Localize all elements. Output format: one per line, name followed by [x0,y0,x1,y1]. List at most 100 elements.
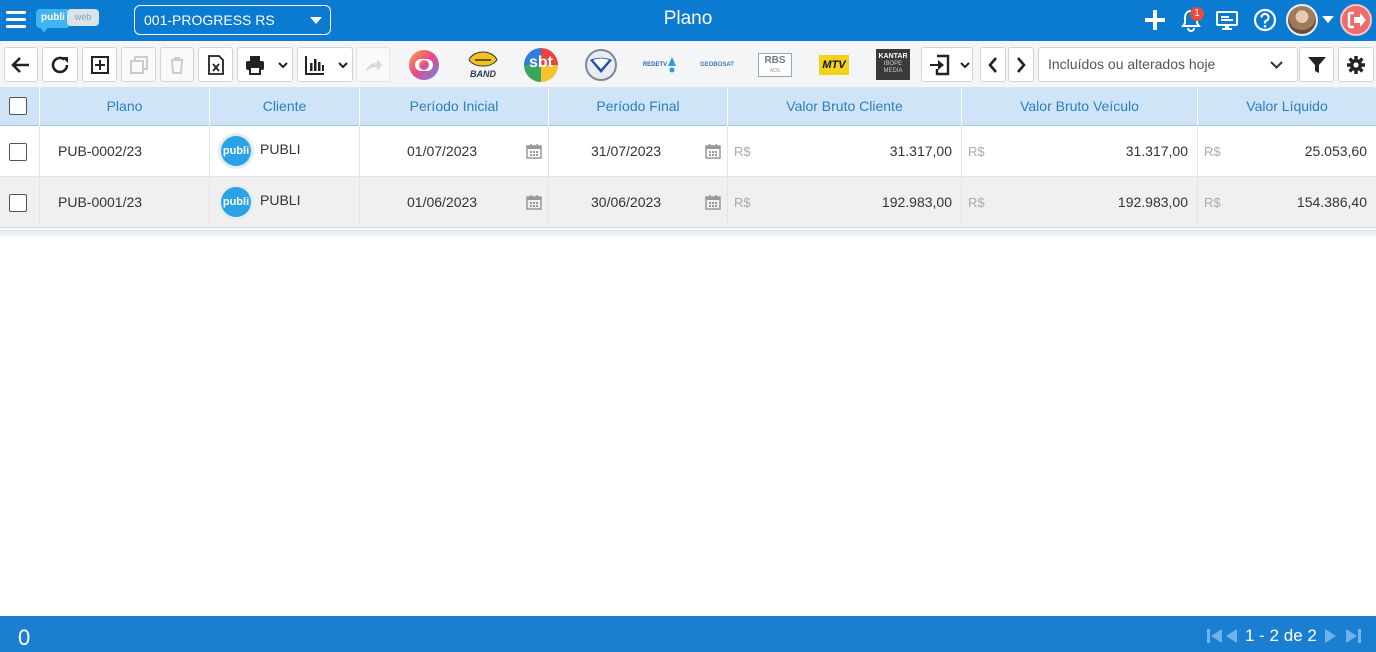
calendar-icon[interactable] [705,143,721,159]
header-periodo-inicial[interactable]: Período Inicial [360,88,549,126]
channel-sbt[interactable]: sbt [523,47,559,82]
duplicate-button[interactable] [121,47,156,82]
record-logo-icon [585,48,617,81]
user-menu-chevron-icon[interactable] [1322,16,1334,23]
header-valor-liquido[interactable]: Valor Líquido [1198,88,1376,126]
previous-button[interactable] [980,47,1006,82]
filter-button[interactable] [1299,47,1334,82]
logo-text-web: web [67,9,99,26]
forward-button[interactable] [356,47,390,82]
menu-icon[interactable] [6,11,26,29]
valor-bruto-cliente-cell: R$ 192.983,00 [728,177,962,228]
next-page-icon[interactable] [1323,628,1337,644]
monitor-icon[interactable] [1214,7,1240,33]
import-button[interactable] [921,47,973,82]
settings-button[interactable] [1338,47,1374,82]
select-all-checkbox[interactable] [9,97,27,115]
user-avatar[interactable] [1286,4,1318,36]
chevron-down-icon [960,62,970,69]
rbs-logo-text: RBS [764,54,786,66]
excel-file-icon [207,54,224,75]
print-button[interactable] [237,47,293,82]
last-page-icon[interactable] [1344,628,1362,644]
periodo-inicial-value: 01/06/2023 [407,194,478,210]
logout-button[interactable] [1340,4,1372,36]
app-logo[interactable]: publi web [36,8,102,33]
table-bottom-shadow [0,230,1376,238]
refresh-button[interactable] [42,47,78,82]
sbt-logo-icon: sbt [524,47,558,82]
valor-bruto-cliente-value: 192.983,00 [881,194,952,210]
logout-icon [1347,11,1366,29]
previous-page-icon[interactable] [1225,628,1239,644]
delete-button[interactable] [160,47,194,82]
currency-label: R$ [1204,144,1221,159]
currency-label: R$ [968,195,985,210]
export-excel-button[interactable] [198,47,233,82]
periodo-final-cell: 30/06/2023 [549,177,728,228]
next-button[interactable] [1008,47,1034,82]
pagination-text: 1 - 2 de 2 [1245,626,1317,645]
channel-geobosat[interactable]: GEOBOSAT [698,47,736,82]
calendar-icon[interactable] [705,194,721,210]
channel-band[interactable]: BAND [462,47,504,82]
row-checkbox[interactable] [9,194,27,212]
plano-cell: PUB-0002/23 [40,126,210,177]
table-row[interactable]: PUB-0001/23 publi PUBLI 01/06/2023 30/06… [0,177,1376,228]
periodo-inicial-value: 01/07/2023 [407,143,478,159]
currency-label: R$ [734,144,751,159]
funnel-icon [1307,56,1326,73]
add-icon[interactable] [1142,7,1168,33]
channel-redetv[interactable]: REDETV [640,47,680,82]
chevron-down-icon [278,62,288,69]
channel-rbs[interactable]: RBS ADS [757,47,793,82]
help-icon[interactable] [1252,7,1278,33]
cliente-cell: publi PUBLI [210,177,360,228]
quick-filter-value: Incluídos ou alterados hoje [1048,56,1216,72]
rbs-logo-subtext: ADS [769,67,781,74]
chevron-down-icon [1270,61,1283,69]
header-valor-bruto-cliente[interactable]: Valor Bruto Cliente [728,88,962,126]
chevron-down-icon [338,62,348,69]
header-valor-bruto-veiculo[interactable]: Valor Bruto Veículo [962,88,1198,126]
header-plano[interactable]: Plano [40,88,210,126]
channel-kantar[interactable]: KANTAR IBOPE MEDIA [875,47,911,82]
header-cliente[interactable]: Cliente [210,88,360,126]
valor-bruto-veiculo-cell: R$ 31.317,00 [962,126,1198,177]
toolbar: BAND sbt REDETV GEOBOSAT RBS ADS MTV KAN… [0,41,1376,88]
plano-cell: PUB-0001/23 [40,177,210,228]
first-page-icon[interactable] [1206,628,1224,644]
valor-bruto-cliente-value: 31.317,00 [889,143,952,159]
quick-filter-select[interactable]: Incluídos ou alterados hoje [1038,47,1298,82]
company-select[interactable]: 001-PROGRESS RS [134,5,331,35]
header-select-all-cell [0,88,40,126]
new-button[interactable] [82,47,117,82]
channel-record[interactable] [583,47,619,82]
channel-globo[interactable] [405,47,443,82]
client-name: PUBLI [260,141,301,157]
row-checkbox[interactable] [9,143,27,161]
footer-bar: 0 1 - 2 de 2 [0,616,1376,652]
refresh-icon [51,56,69,73]
channel-mtv[interactable]: MTV [817,47,851,82]
row-select-cell [0,177,40,228]
header-periodo-final[interactable]: Período Final [549,88,728,126]
client-logo-icon: publi [218,184,254,220]
copy-icon [129,55,148,74]
kantar-logo-subtext-2: MEDIA [883,68,903,74]
table-header: Plano Cliente Período Inicial Período Fi… [0,88,1376,126]
redetv-logo-text: REDETV [642,61,668,68]
kantar-logo-icon: KANTAR IBOPE MEDIA [876,49,910,80]
valor-liquido-value: 154.386,40 [1296,194,1367,210]
calendar-icon[interactable] [526,143,542,159]
reports-button[interactable] [297,47,353,82]
valor-bruto-cliente-cell: R$ 31.317,00 [728,126,962,177]
currency-label: R$ [968,144,985,159]
back-button[interactable] [4,47,38,82]
periodo-inicial-cell: 01/06/2023 [360,177,549,228]
top-bar: publi web 001-PROGRESS RS Plano 1 [0,0,1376,41]
calendar-icon[interactable] [526,194,542,210]
company-select-value: 001-PROGRESS RS [144,12,275,28]
periodo-final-value: 31/07/2023 [591,143,662,159]
table-row[interactable]: PUB-0002/23 publi PUBLI 01/07/2023 31/07… [0,126,1376,177]
